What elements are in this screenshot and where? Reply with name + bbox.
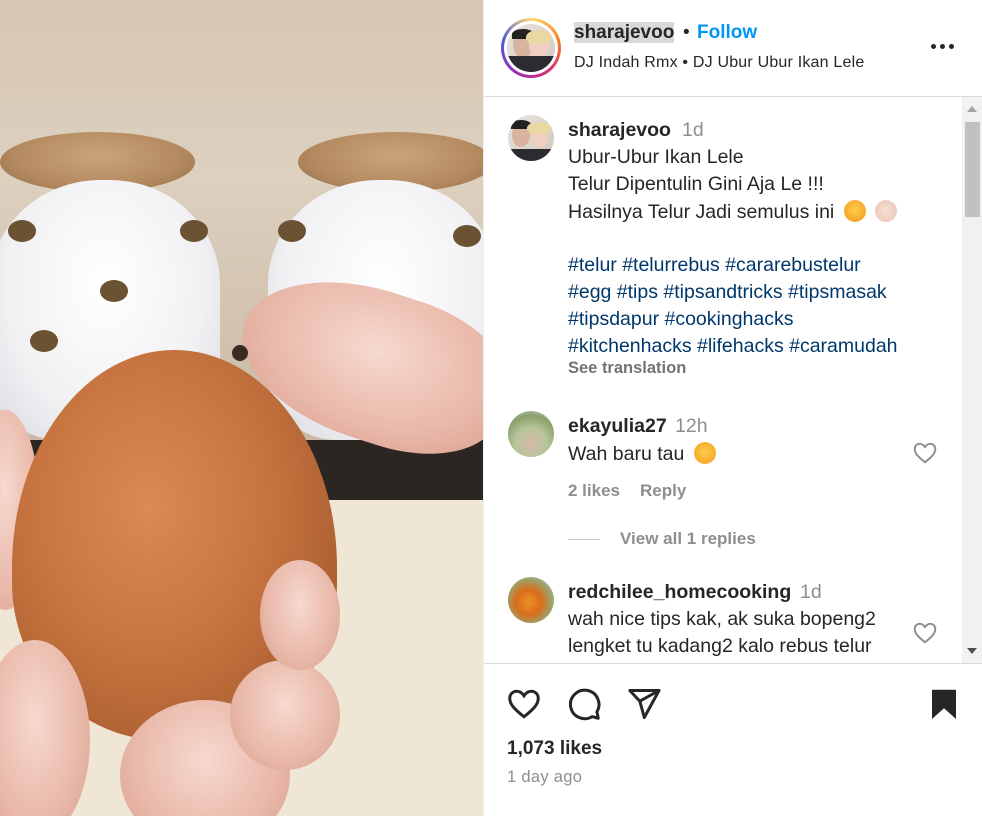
follow-button[interactable]: Follow bbox=[697, 22, 757, 44]
comment-avatar[interactable] bbox=[508, 577, 554, 623]
scrollbar-thumb[interactable] bbox=[965, 122, 980, 217]
like-comment-heart-icon[interactable] bbox=[912, 620, 938, 646]
smiling-hearts-emoji-icon bbox=[843, 200, 866, 222]
comment-bubble-icon[interactable] bbox=[566, 686, 602, 722]
comment-meta: 2 likes Reply bbox=[568, 481, 706, 501]
thumbs-up-emoji-icon bbox=[875, 200, 898, 222]
like-heart-icon[interactable] bbox=[506, 686, 542, 722]
comment-text: Wah baru tau bbox=[568, 442, 716, 466]
post-header: sharajevoo • Follow DJ Indah Rmx • DJ Ub… bbox=[484, 0, 982, 97]
caption-hashtags-2[interactable]: #egg #tips #tipsandtricks #tipsmasak bbox=[568, 281, 887, 304]
scroll-up-arrow-icon[interactable] bbox=[967, 106, 977, 112]
post-timestamp[interactable]: 1 day ago bbox=[507, 768, 582, 787]
comments-scroll-area[interactable]: sharajevoo 1d Ubur-Ubur Ikan Lele Telur … bbox=[484, 97, 982, 663]
author-avatar[interactable] bbox=[501, 18, 561, 78]
finger-bottom-2 bbox=[230, 660, 340, 770]
comment-username[interactable]: redchilee_homecooking bbox=[568, 581, 791, 603]
likes-count[interactable]: 1,073 likes bbox=[507, 738, 602, 760]
save-bookmark-icon[interactable] bbox=[926, 686, 962, 722]
view-replies-button[interactable]: View all 1 replies bbox=[568, 529, 756, 549]
comments-scrollbar[interactable] bbox=[962, 97, 982, 663]
comment-username[interactable]: ekayulia27 bbox=[568, 415, 667, 437]
caption-hashtags-4[interactable]: #kitchenhacks #lifehacks #caramudah bbox=[568, 335, 898, 358]
comment-avatar[interactable] bbox=[508, 411, 554, 457]
comment-text-line-2: lengket tu kadang2 kalo rebus telur bbox=[568, 635, 872, 657]
reply-button[interactable]: Reply bbox=[640, 481, 686, 500]
audio-track-link[interactable]: DJ Indah Rmx • DJ Ubur Ubur Ikan Lele bbox=[574, 54, 864, 72]
comment-likes[interactable]: 2 likes bbox=[568, 481, 620, 500]
like-comment-heart-icon[interactable] bbox=[912, 440, 938, 466]
comment-time[interactable]: 12h bbox=[675, 415, 708, 438]
caption-line-3: Hasilnya Telur Jadi semulus ini bbox=[568, 200, 898, 224]
heart-eyes-emoji-icon bbox=[693, 442, 716, 464]
caption-avatar[interactable] bbox=[508, 115, 554, 161]
comment-header: redchilee_homecooking bbox=[568, 581, 791, 604]
post-media[interactable] bbox=[0, 0, 483, 816]
share-paper-plane-icon[interactable] bbox=[626, 686, 662, 722]
post-side-panel: sharajevoo • Follow DJ Indah Rmx • DJ Ub… bbox=[483, 0, 982, 816]
caption-line-2: Telur Dipentulin Gini Aja Le !!! bbox=[568, 173, 824, 195]
comment-time[interactable]: 1d bbox=[800, 581, 822, 604]
header-separator: • bbox=[683, 22, 690, 43]
caption-line-1: Ubur-Ubur Ikan Lele bbox=[568, 146, 744, 168]
post-actions: 1,073 likes 1 day ago bbox=[484, 663, 982, 816]
caption-header: sharajevoo bbox=[568, 119, 671, 142]
more-options-icon[interactable] bbox=[928, 36, 958, 56]
author-username[interactable]: sharajevoo bbox=[574, 22, 675, 44]
replies-divider bbox=[568, 539, 600, 541]
finger-bottom-3 bbox=[260, 560, 340, 670]
scroll-down-arrow-icon[interactable] bbox=[967, 648, 977, 654]
comment-text-line-1: wah nice tips kak, ak suka bopeng2 bbox=[568, 608, 876, 630]
comment-header: ekayulia27 bbox=[568, 415, 667, 438]
caption-hashtags-1[interactable]: #telur #telurrebus #cararebustelur bbox=[568, 254, 861, 277]
push-pin bbox=[232, 345, 248, 361]
caption-hashtags-3[interactable]: #tipsdapur #cookinghacks bbox=[568, 308, 793, 331]
caption-username[interactable]: sharajevoo bbox=[568, 119, 671, 141]
see-translation-link[interactable]: See translation bbox=[568, 359, 686, 378]
caption-time[interactable]: 1d bbox=[682, 119, 704, 142]
